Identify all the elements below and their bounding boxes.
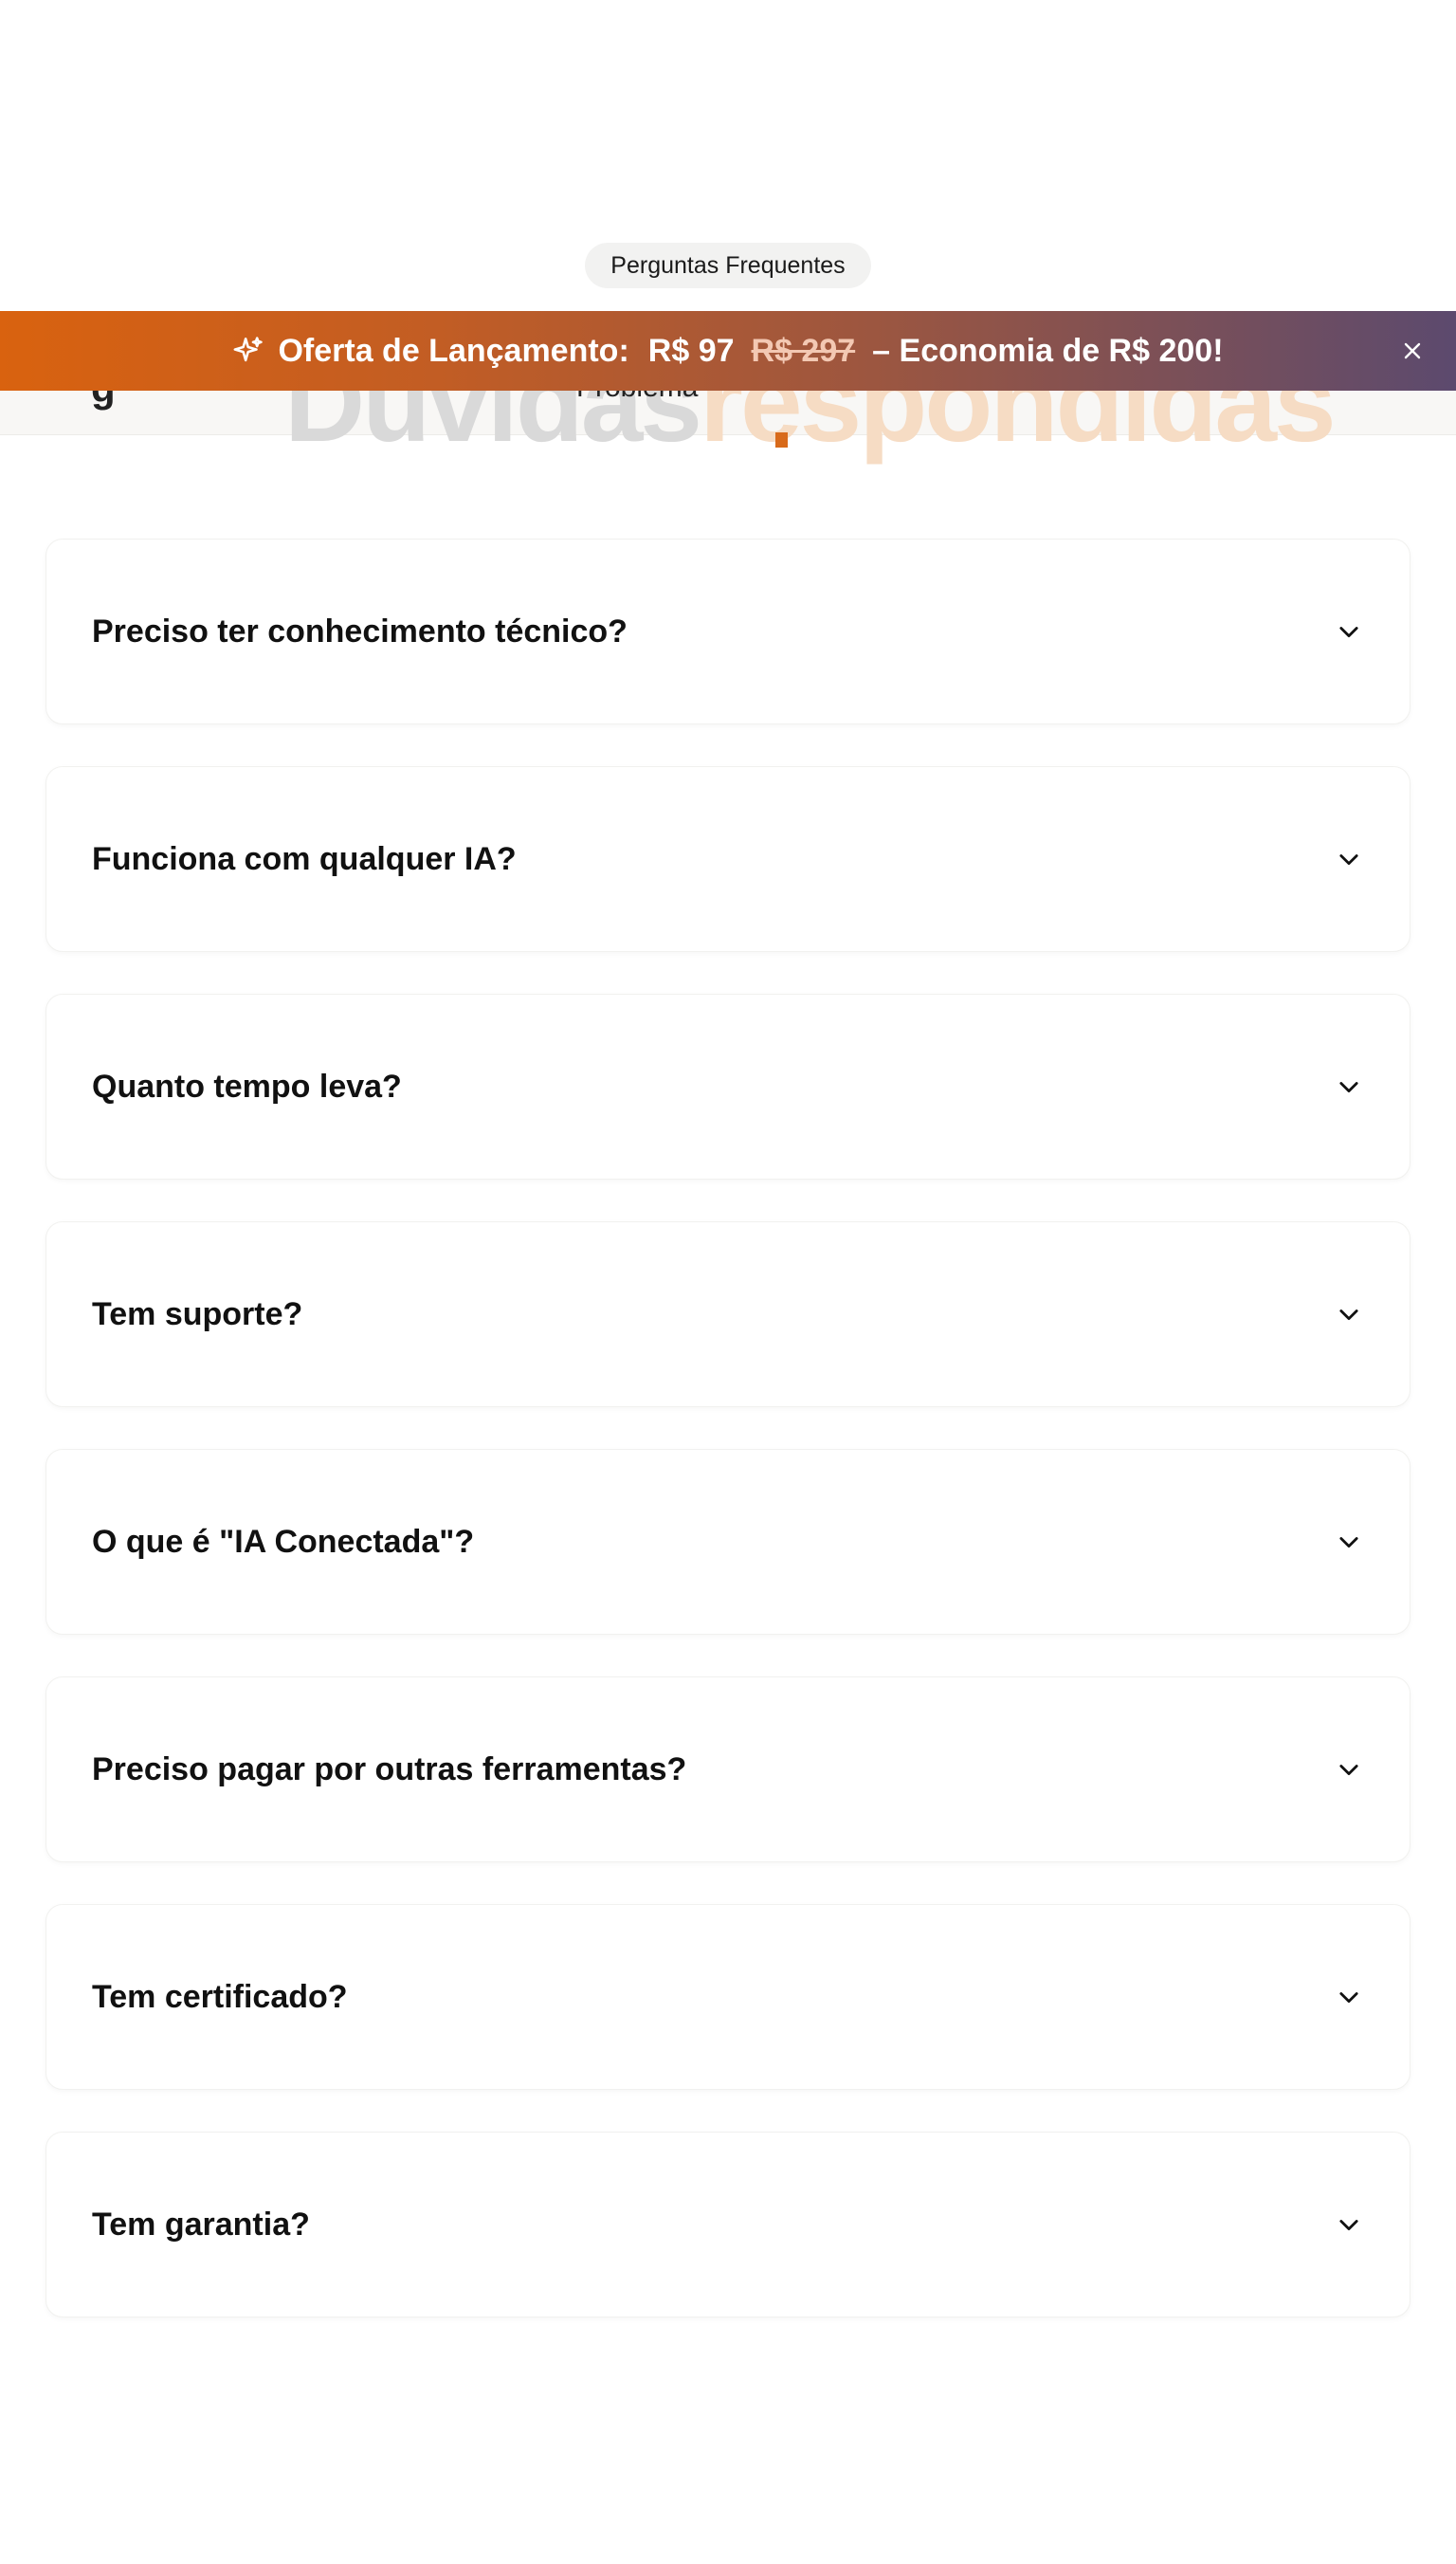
faq-question: Funciona com qualquer IA? [92,840,517,877]
chevron-down-icon[interactable] [1336,1301,1362,1328]
chevron-down-icon[interactable] [1336,618,1362,645]
promo-savings: – Economia de R$ 200! [872,332,1224,369]
faq-list: Preciso ter conhecimento técnico? Funcio… [46,539,1410,2359]
faq-item[interactable]: Quanto tempo leva? [46,994,1410,1180]
promo-old-price: R$ 297 [751,332,856,369]
faq-item[interactable]: Tem garantia? [46,2132,1410,2317]
faq-item[interactable]: Funciona com qualquer IA? [46,766,1410,952]
faq-question: Tem garantia? [92,2206,310,2243]
faq-question: Tem suporte? [92,1295,303,1332]
promo-price: R$ 97 [647,332,735,369]
accent-dot [775,432,788,448]
chevron-down-icon[interactable] [1336,1529,1362,1555]
faq-item[interactable]: Preciso ter conhecimento técnico? [46,539,1410,724]
faq-question: Preciso ter conhecimento técnico? [92,613,628,650]
promo-banner: Oferta de Lançamento: R$ 97 R$ 297 – Eco… [0,311,1456,391]
faq-question: Quanto tempo leva? [92,1068,402,1105]
faq-item[interactable]: O que é "IA Conectada"? [46,1449,1410,1635]
chevron-down-icon[interactable] [1336,1756,1362,1783]
faq-question: Preciso pagar por outras ferramentas? [92,1750,687,1787]
promo-label: Oferta de Lançamento: [278,332,629,369]
faq-question: Tem certificado? [92,1978,348,2015]
sparkle-icon [232,335,264,367]
promo-content: Oferta de Lançamento: R$ 97 R$ 297 – Eco… [232,332,1224,370]
chevron-down-icon[interactable] [1336,1073,1362,1100]
faq-item[interactable]: Tem certificado? [46,1904,1410,2090]
chevron-down-icon[interactable] [1336,2211,1362,2238]
faq-item[interactable]: Tem suporte? [46,1221,1410,1407]
faq-question: O que é "IA Conectada"? [92,1523,475,1560]
faq-item[interactable]: Preciso pagar por outras ferramentas? [46,1676,1410,1862]
faq-badge: Perguntas Frequentes [585,243,871,288]
close-banner-button[interactable] [1397,336,1428,366]
chevron-down-icon[interactable] [1336,1984,1362,2010]
chevron-down-icon[interactable] [1336,846,1362,872]
close-icon [1401,339,1424,362]
